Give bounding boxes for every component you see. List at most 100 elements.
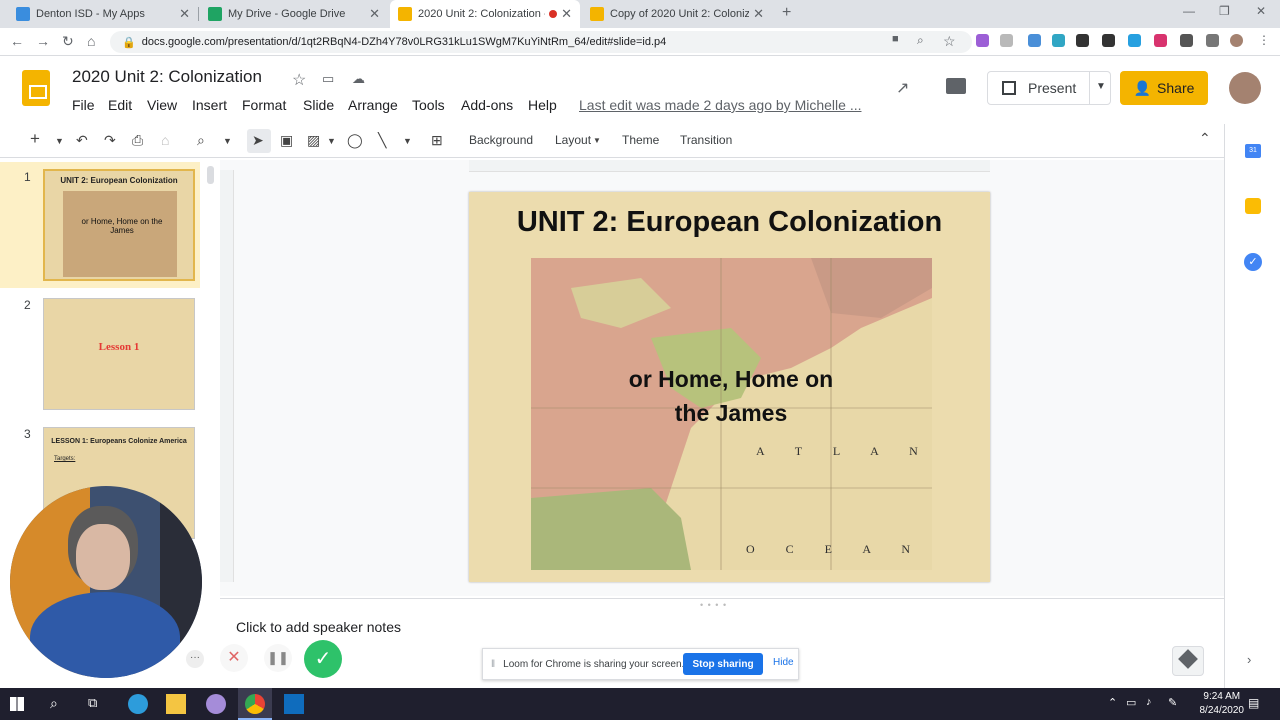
close-icon[interactable]: ✕ bbox=[369, 6, 380, 22]
extension-icon[interactable] bbox=[1052, 34, 1065, 47]
pen-icon[interactable]: ✎ bbox=[1168, 696, 1177, 709]
slide-thumbnail-1[interactable]: UNIT 2: European Colonization or Home, H… bbox=[43, 169, 195, 281]
text-box-icon[interactable]: ▣ bbox=[280, 132, 293, 149]
extension-icon[interactable] bbox=[976, 34, 989, 47]
calendar-icon[interactable]: 31 bbox=[1245, 144, 1261, 158]
add-comment-icon[interactable]: ⊞ bbox=[431, 132, 443, 149]
menu-slide[interactable]: Slide bbox=[303, 97, 334, 113]
drag-handle-icon[interactable]: ‖ bbox=[491, 659, 495, 670]
menu-format[interactable]: Format bbox=[242, 97, 286, 113]
slide-thumbnail-2[interactable]: Lesson 1 bbox=[43, 298, 195, 410]
browser-tab-slides-active[interactable]: 2020 Unit 2: Colonization - G ✕ bbox=[390, 0, 580, 28]
url-input[interactable]: 🔒 docs.google.com/presentation/d/1qt2RBq… bbox=[110, 31, 972, 53]
speaker-notes-placeholder[interactable]: Click to add speaker notes bbox=[236, 619, 401, 635]
notification-icon[interactable]: ▤ bbox=[1248, 696, 1259, 710]
explore-button[interactable] bbox=[1172, 646, 1204, 676]
browser-tab-drive[interactable]: My Drive - Google Drive ✕ bbox=[200, 0, 388, 28]
windows-start-icon[interactable] bbox=[10, 697, 24, 711]
minimize-icon[interactable]: — bbox=[1183, 4, 1195, 18]
stop-sharing-button[interactable]: Stop sharing bbox=[683, 653, 763, 675]
comments-icon[interactable] bbox=[946, 78, 966, 94]
chrome-taskbar-active[interactable] bbox=[238, 688, 272, 720]
move-folder-icon[interactable]: ▭ bbox=[322, 71, 334, 87]
document-title[interactable]: 2020 Unit 2: Colonization bbox=[72, 67, 262, 87]
extension-icon[interactable] bbox=[1102, 34, 1115, 47]
volume-icon[interactable]: ♪ bbox=[1146, 696, 1152, 708]
close-icon[interactable]: ✕ bbox=[753, 6, 764, 22]
cast-icon[interactable] bbox=[1206, 34, 1219, 47]
cloud-saved-icon[interactable]: ☁ bbox=[352, 71, 365, 87]
line-icon[interactable]: ╲ bbox=[378, 132, 386, 149]
bookmark-star-icon[interactable]: ☆ bbox=[943, 33, 956, 50]
system-clock[interactable]: 9:24 AM 8/24/2020 bbox=[1200, 690, 1245, 718]
task-view-icon[interactable]: ⧉ bbox=[88, 695, 97, 711]
back-arrow-icon[interactable]: ← bbox=[10, 33, 24, 49]
chevron-down-icon[interactable]: ▼ bbox=[593, 136, 601, 145]
extension-icon[interactable] bbox=[1128, 34, 1141, 47]
close-icon[interactable]: ✕ bbox=[179, 6, 190, 22]
file-explorer-icon[interactable] bbox=[166, 694, 186, 714]
chevron-down-icon[interactable]: ▼ bbox=[403, 136, 412, 146]
zoom-icon[interactable]: ⌕ bbox=[197, 132, 205, 149]
zoom-icon[interactable]: ⌕ bbox=[917, 33, 924, 48]
image-icon[interactable]: ▨ bbox=[307, 132, 320, 149]
browser-tab-denton[interactable]: Denton ISD - My Apps ✕ bbox=[8, 0, 198, 28]
expand-chevron-right-icon[interactable]: › bbox=[1247, 652, 1251, 667]
browser-tab-slides-copy[interactable]: Copy of 2020 Unit 2: Colonizatio ✕ bbox=[582, 0, 772, 28]
menu-add-ons[interactable]: Add-ons bbox=[461, 97, 513, 113]
print-icon[interactable]: ⎙ bbox=[132, 132, 143, 149]
pause-recording-icon[interactable]: ❚❚ bbox=[264, 644, 292, 672]
extension-icon[interactable] bbox=[1154, 34, 1167, 47]
activity-trend-icon[interactable]: ↗ bbox=[896, 78, 909, 98]
layout-button[interactable]: Layout bbox=[555, 133, 591, 147]
extension-icon[interactable] bbox=[1076, 34, 1089, 47]
transition-button[interactable]: Transition bbox=[680, 133, 732, 147]
close-window-icon[interactable]: ✕ bbox=[1256, 4, 1266, 18]
more-options-icon[interactable]: ··· bbox=[186, 650, 204, 668]
home-icon[interactable]: ⌂ bbox=[87, 33, 95, 49]
more-vert-icon[interactable]: ⋮ bbox=[1258, 33, 1270, 47]
puzzle-icon[interactable] bbox=[1180, 34, 1193, 47]
menu-help[interactable]: Help bbox=[528, 97, 557, 113]
menu-edit[interactable]: Edit bbox=[108, 97, 132, 113]
undo-icon[interactable]: ↶ bbox=[76, 132, 88, 149]
extension-icon[interactable] bbox=[1000, 34, 1013, 47]
outlook-icon[interactable] bbox=[284, 694, 304, 714]
extension-icon[interactable] bbox=[1028, 34, 1041, 47]
map-overlay-text[interactable]: or Home, Home on the James bbox=[600, 362, 862, 430]
close-icon[interactable]: ✕ bbox=[561, 6, 572, 22]
filmstrip-scrollbar[interactable] bbox=[207, 166, 214, 184]
theme-button[interactable]: Theme bbox=[622, 133, 659, 147]
restore-icon[interactable]: ❐ bbox=[1219, 4, 1230, 18]
shape-icon[interactable]: ◯ bbox=[347, 132, 363, 149]
menu-arrange[interactable]: Arrange bbox=[348, 97, 398, 113]
profile-avatar[interactable] bbox=[1230, 34, 1243, 47]
notes-resize-handle[interactable]: • • • • bbox=[700, 600, 727, 610]
paint-format-icon[interactable]: ⌂ bbox=[161, 132, 169, 148]
forward-arrow-icon[interactable]: → bbox=[36, 33, 50, 49]
app-icon[interactable] bbox=[206, 694, 226, 714]
menu-insert[interactable]: Insert bbox=[192, 97, 227, 113]
collapse-chevron-up-icon[interactable]: ⌃ bbox=[1199, 130, 1211, 147]
menu-view[interactable]: View bbox=[147, 97, 177, 113]
hide-button[interactable]: Hide bbox=[773, 657, 794, 668]
search-icon[interactable]: ⌕ bbox=[50, 695, 58, 712]
edge-icon[interactable] bbox=[128, 694, 148, 714]
keep-icon[interactable] bbox=[1245, 198, 1261, 214]
finish-recording-icon[interactable]: ✓ bbox=[304, 640, 342, 678]
new-tab-plus-icon[interactable]: + bbox=[782, 4, 791, 22]
cancel-recording-icon[interactable]: ✕ bbox=[220, 644, 248, 672]
chevron-down-icon[interactable]: ▼ bbox=[55, 136, 64, 146]
present-button[interactable]: Present ▼ bbox=[987, 71, 1111, 105]
account-avatar[interactable] bbox=[1229, 72, 1261, 104]
reload-icon[interactable]: ↻ bbox=[62, 33, 74, 50]
slides-logo-icon[interactable] bbox=[22, 70, 50, 106]
share-button[interactable]: 👤 Share bbox=[1120, 71, 1208, 105]
network-icon[interactable]: ▭ bbox=[1126, 696, 1136, 709]
background-button[interactable]: Background bbox=[469, 133, 533, 147]
new-slide-plus-icon[interactable]: + bbox=[30, 129, 40, 149]
chevron-down-icon[interactable]: ▼ bbox=[327, 136, 336, 146]
webcam-bubble[interactable] bbox=[10, 486, 202, 678]
last-edit-link[interactable]: Last edit was made 2 days ago by Michell… bbox=[579, 97, 861, 113]
menu-tools[interactable]: Tools bbox=[412, 97, 445, 113]
